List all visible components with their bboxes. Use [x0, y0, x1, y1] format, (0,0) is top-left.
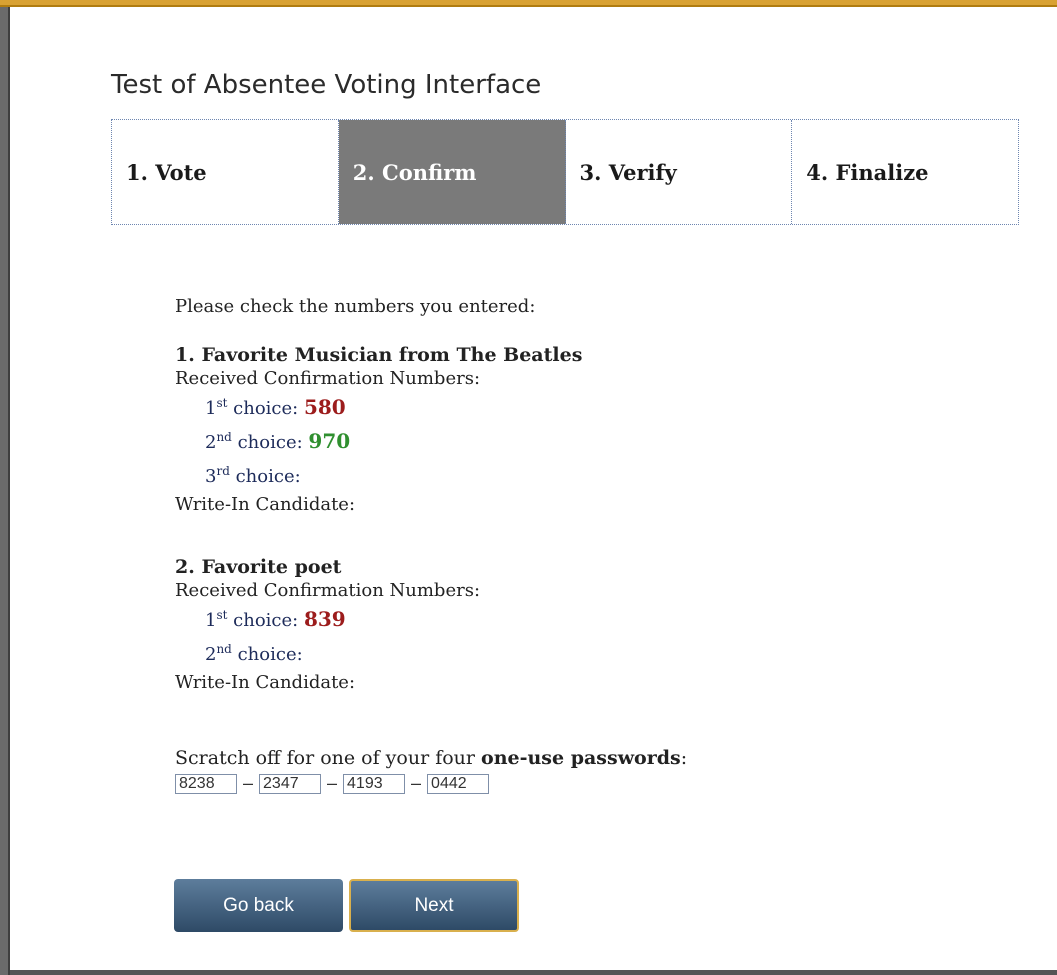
password-separator: – — [243, 773, 254, 793]
page-title: Test of Absentee Voting Interface — [111, 70, 542, 100]
password-label-bold: one-use passwords — [481, 747, 681, 769]
received-label: Received Confirmation Numbers: — [175, 580, 481, 601]
top-accent-bar — [0, 0, 1057, 7]
go-back-button[interactable]: Go back — [174, 879, 343, 932]
choice-row: 1st choice: 580 — [205, 391, 875, 425]
choice-suffix: nd — [216, 430, 232, 444]
choice-label: choice: — [231, 432, 303, 453]
choice-label: choice: — [231, 644, 303, 665]
writein-label: Write-In Candidate: — [175, 672, 356, 693]
question-title: 1. Favorite Musician from The Beatles — [175, 344, 583, 366]
password-box-2[interactable]: 2347 — [259, 773, 322, 794]
choice-suffix: st — [216, 608, 228, 622]
confirmation-content: Please check the numbers you entered: 1.… — [175, 296, 875, 794]
choice-row: 1st choice: 839 — [205, 603, 875, 637]
confirmation-number: 970 — [308, 429, 351, 453]
choice-ordinal: 2 — [205, 644, 217, 665]
password-box-4[interactable]: 0442 — [427, 773, 490, 794]
confirmation-number: 839 — [303, 607, 346, 631]
question-block-1: 1. Favorite Musician from The Beatles Re… — [175, 343, 875, 517]
choice-suffix: st — [216, 396, 228, 410]
received-label: Received Confirmation Numbers: — [175, 368, 481, 389]
choice-ordinal: 2 — [205, 432, 217, 453]
question-title: 2. Favorite poet — [175, 556, 342, 578]
bottom-window-border — [10, 970, 1057, 975]
password-label-suffix: : — [680, 747, 688, 769]
choice-ordinal: 1 — [205, 398, 217, 419]
writein-label: Write-In Candidate: — [175, 494, 356, 515]
password-row: 8238 – 2347 – 4193 – 0442 — [175, 773, 875, 794]
step-navigation: 1. Vote 2. Confirm 3. Verify 4. Finalize — [111, 119, 1019, 225]
choice-ordinal: 3 — [205, 466, 217, 487]
choice-label: choice: — [227, 398, 299, 419]
left-window-border — [0, 7, 10, 975]
choice-label: choice: — [227, 610, 299, 631]
step-finalize[interactable]: 4. Finalize — [792, 120, 1018, 224]
action-buttons: Go back Next — [174, 879, 525, 932]
choice-row: 2nd choice: 970 — [205, 425, 875, 459]
question-block-2: 2. Favorite poet Received Confirmation N… — [175, 555, 875, 695]
page-frame: Test of Absentee Voting Interface 1. Vot… — [0, 0, 1057, 975]
password-instruction: Scratch off for one of your four one-use… — [175, 745, 875, 771]
password-box-1[interactable]: 8238 — [175, 773, 237, 794]
step-verify[interactable]: 3. Verify — [566, 120, 793, 224]
choice-suffix: nd — [216, 642, 232, 656]
password-box-3[interactable]: 4193 — [343, 773, 406, 794]
confirmation-number: 580 — [303, 395, 346, 419]
choice-suffix: rd — [216, 464, 230, 478]
choice-row: 3rd choice: — [205, 459, 875, 493]
step-confirm[interactable]: 2. Confirm — [338, 120, 566, 224]
password-separator: – — [411, 773, 422, 793]
step-vote[interactable]: 1. Vote — [112, 120, 339, 224]
password-label-prefix: Scratch off for one of your four — [175, 747, 482, 769]
choice-row: 2nd choice: — [205, 637, 875, 671]
intro-text: Please check the numbers you entered: — [175, 296, 536, 317]
password-separator: – — [327, 773, 338, 793]
choice-label: choice: — [229, 466, 301, 487]
next-button[interactable]: Next — [349, 879, 519, 932]
choice-ordinal: 1 — [205, 610, 217, 631]
